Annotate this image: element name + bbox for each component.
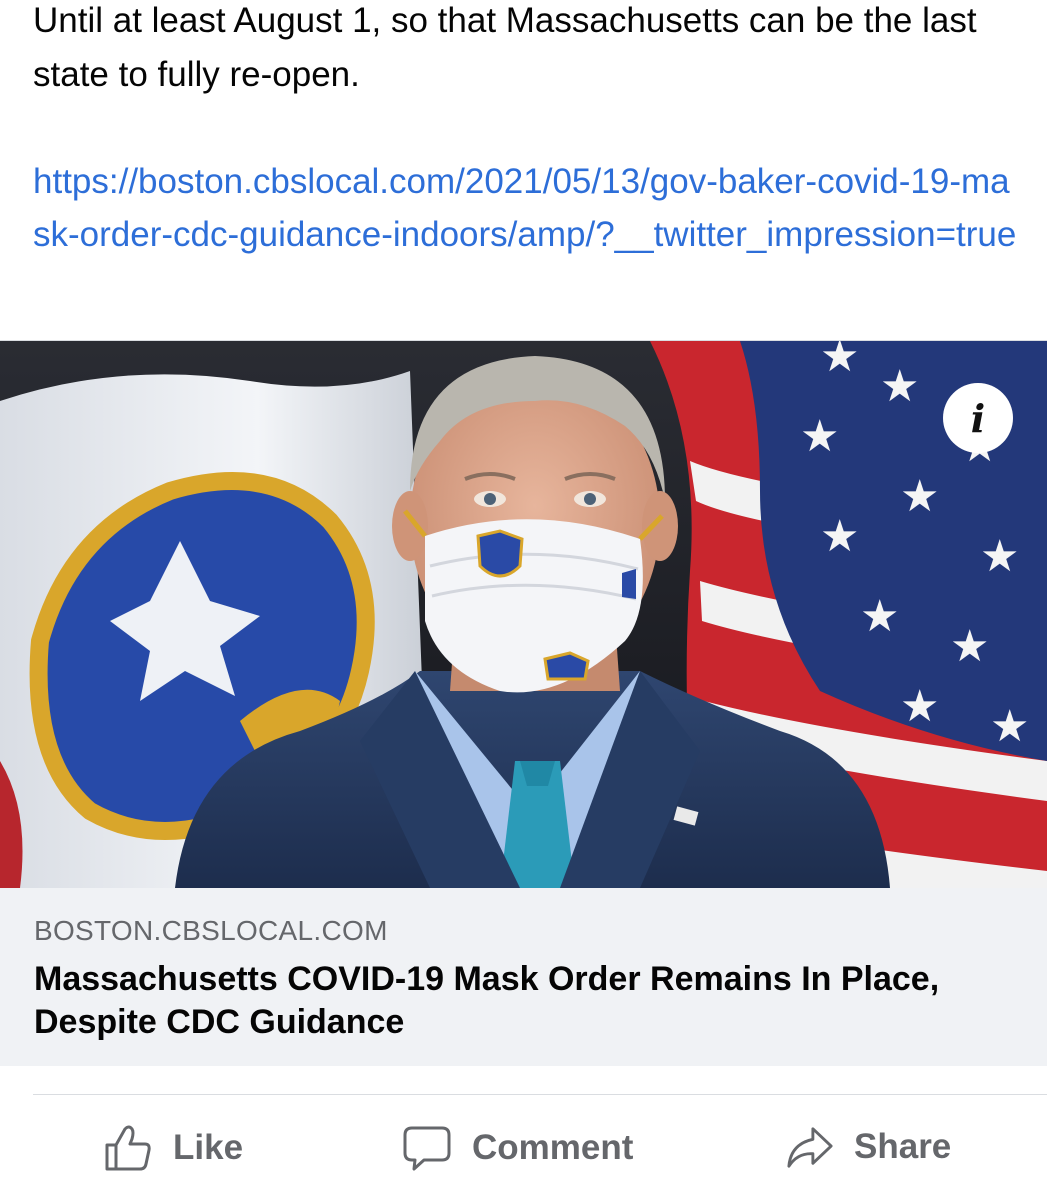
post-link[interactable]: https://boston.cbslocal.com/2021/05/13/g… (33, 155, 1023, 262)
svg-text:★: ★ (820, 511, 859, 562)
share-button[interactable]: Share (786, 1123, 951, 1171)
preview-photo: ★ ★ ★ ★ ★ ★ ★ ★ ★ ★ ★ (0, 341, 1047, 888)
svg-text:★: ★ (820, 341, 859, 382)
svg-text:★: ★ (900, 471, 939, 522)
link-preview-card[interactable]: ★ ★ ★ ★ ★ ★ ★ ★ ★ ★ ★ (0, 340, 1047, 1066)
thumbs-up-icon (105, 1125, 151, 1171)
post-body: Until at least August 1, so that Massach… (33, 0, 1023, 262)
like-label: Like (173, 1128, 244, 1167)
post-text: Until at least August 1, so that Massach… (33, 1, 977, 94)
link-domain: BOSTON.CBSLOCAL.COM (34, 915, 388, 946)
svg-text:★: ★ (880, 361, 919, 412)
svg-text:★: ★ (950, 621, 989, 672)
share-icon (787, 1127, 833, 1168)
svg-text:★: ★ (860, 591, 899, 642)
svg-text:★: ★ (800, 411, 839, 462)
svg-text:★: ★ (900, 681, 939, 732)
link-title[interactable]: Massachusetts COVID-19 Mask Order Remain… (34, 958, 1013, 1044)
post-spacer (33, 101, 1023, 155)
comment-icon (403, 1126, 451, 1171)
link-preview-image[interactable]: ★ ★ ★ ★ ★ ★ ★ ★ ★ ★ ★ (0, 341, 1047, 888)
svg-text:★: ★ (980, 531, 1019, 582)
like-button[interactable]: Like (103, 1123, 243, 1173)
comment-label: Comment (472, 1128, 634, 1167)
info-icon[interactable]: i (943, 383, 1013, 453)
comment-button[interactable]: Comment (402, 1123, 633, 1173)
link-card-meta[interactable]: BOSTON.CBSLOCAL.COM Massachusetts COVID-… (0, 888, 1047, 1066)
share-label: Share (854, 1127, 952, 1166)
svg-text:★: ★ (990, 701, 1029, 752)
post-actions-bar: Like Comment Share (0, 1095, 1047, 1200)
